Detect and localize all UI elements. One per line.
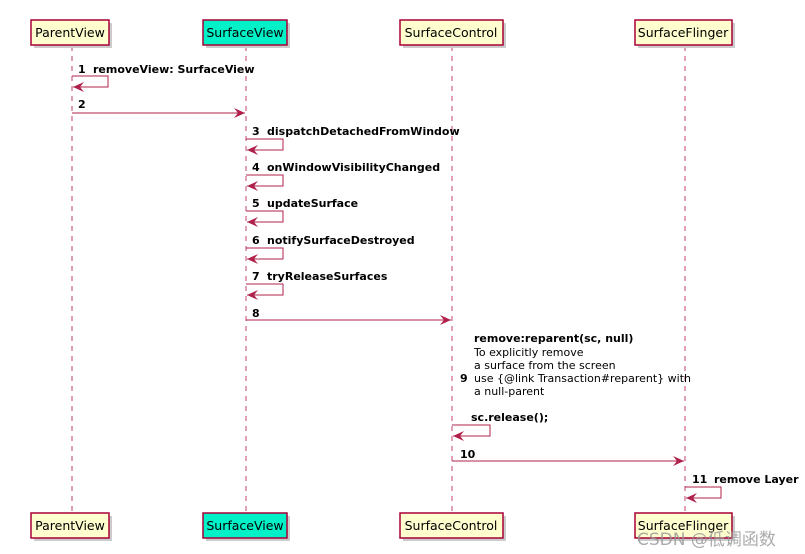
message-label: removeView: SurfaceView	[93, 63, 255, 76]
message-number: 2	[78, 98, 86, 111]
message-number: 6	[252, 234, 260, 247]
message-10: 10	[452, 448, 684, 466]
message-8: 8	[246, 307, 451, 325]
message-number: 7	[252, 270, 260, 283]
message-label: onWindowVisibilityChanged	[267, 161, 440, 174]
message-4: 4 onWindowVisibilityChanged	[246, 161, 440, 191]
watermark: CSDN @低调函数	[637, 530, 776, 550]
participant-surfaceflinger-top[interactable]: SurfaceFlinger	[634, 19, 735, 48]
participant-label: SurfaceFlinger	[638, 25, 729, 40]
participant-label: ParentView	[35, 25, 105, 40]
participant-surfaceview-top[interactable]: SurfaceView	[202, 19, 290, 48]
message-label: dispatchDetachedFromWindow	[267, 125, 460, 138]
message-note-line: a surface from the screen	[474, 359, 616, 372]
participant-label: SurfaceControl	[405, 25, 498, 40]
message-number: 3	[252, 125, 260, 138]
message-1: 1 removeView: SurfaceView	[72, 63, 255, 92]
participant-label: SurfaceView	[206, 25, 283, 40]
message-note-line: To explicitly remove	[473, 346, 584, 359]
message-number: 5	[252, 197, 260, 210]
message-3: 3 dispatchDetachedFromWindow	[246, 125, 460, 155]
message-number: 4	[252, 161, 260, 174]
participant-label: SurfaceView	[206, 518, 283, 533]
message-number: 9	[460, 372, 468, 385]
participant-parentview-top[interactable]: ParentView	[30, 19, 112, 48]
message-11: 11 remove Layer	[685, 473, 799, 503]
message-6: 6 notifySurfaceDestroyed	[246, 234, 415, 264]
participant-label: ParentView	[35, 518, 105, 533]
participant-parentview-bottom[interactable]: ParentView	[30, 512, 112, 541]
message-note-line: use {@link Transaction#reparent} with	[474, 372, 691, 385]
message-label: sc.release();	[471, 411, 548, 424]
message-number: 10	[460, 448, 476, 461]
message-label: tryReleaseSurfaces	[267, 270, 388, 283]
message-5: 5 updateSurface	[246, 197, 358, 227]
message-label: remove:reparent(sc, null)	[474, 332, 633, 345]
participant-surfacecontrol-top[interactable]: SurfaceControl	[399, 19, 506, 48]
message-9: remove:reparent(sc, null) To explicitly …	[460, 332, 691, 398]
message-label: notifySurfaceDestroyed	[267, 234, 415, 247]
sequence-diagram: ParentView SurfaceView SurfaceControl Su…	[30, 19, 799, 541]
message-label: updateSurface	[267, 197, 358, 210]
message-7: 7 tryReleaseSurfaces	[246, 270, 388, 300]
message-number: 1	[78, 63, 86, 76]
participant-surfaceview-bottom[interactable]: SurfaceView	[202, 512, 290, 541]
message-number: 11	[692, 473, 707, 486]
message-2: 2	[72, 98, 245, 118]
message-number: 8	[252, 307, 260, 320]
participant-surfacecontrol-bottom[interactable]: SurfaceControl	[399, 512, 506, 541]
participant-label: SurfaceControl	[405, 518, 498, 533]
message-label: remove Layer	[714, 473, 799, 486]
message-sc-release: sc.release();	[452, 411, 548, 441]
message-note-line: a null-parent	[474, 385, 545, 398]
